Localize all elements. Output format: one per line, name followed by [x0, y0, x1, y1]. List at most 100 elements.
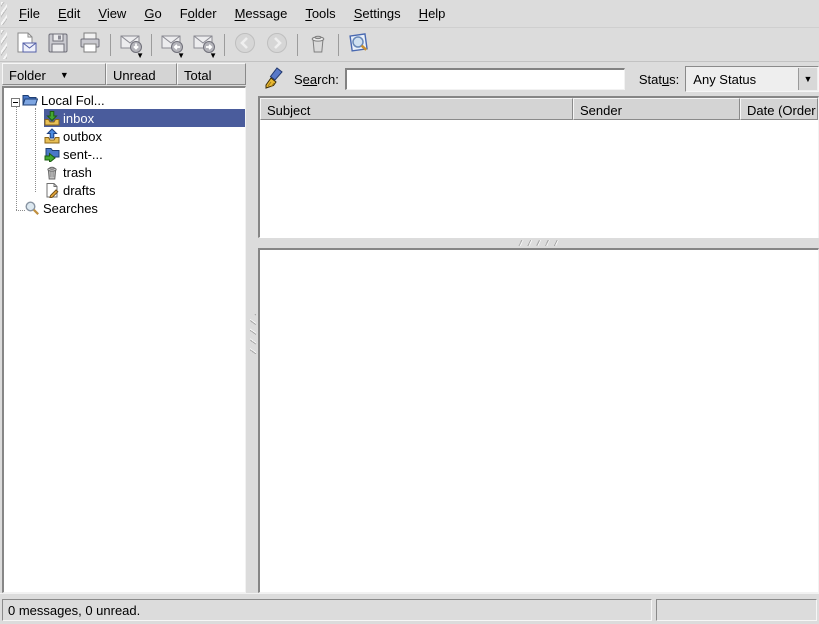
row-body[interactable]: sent-...	[44, 145, 245, 163]
row-body[interactable]: Searches	[24, 199, 245, 217]
folder-label: inbox	[63, 111, 94, 126]
status-label: Status:	[639, 72, 679, 87]
new-message-icon	[14, 31, 38, 58]
vertical-splitter[interactable]	[248, 62, 258, 593]
folder-column-folder[interactable]: Folder ▼	[2, 63, 106, 85]
trash-folder-icon	[44, 164, 60, 180]
message-list-body[interactable]	[260, 120, 818, 238]
row-body[interactable]: Local Fol...	[22, 91, 245, 109]
menubar-grip[interactable]	[1, 2, 7, 25]
check-mail-button[interactable]: ▼	[116, 30, 146, 60]
print-icon	[78, 31, 102, 58]
message-preview-pane[interactable]	[258, 248, 819, 593]
menu-item-view[interactable]: View	[89, 0, 135, 27]
folder-column-unread[interactable]: Unread	[106, 63, 177, 85]
selected-row-body[interactable]: inbox	[44, 109, 245, 127]
combobox-arrow-icon[interactable]: ▼	[798, 68, 817, 90]
outbox-icon	[44, 128, 60, 144]
menu-item-help[interactable]: Help	[410, 0, 455, 27]
reply-dropdown-arrow-icon[interactable]: ▼	[177, 52, 185, 60]
status-combobox[interactable]: Any Status ▼	[685, 66, 819, 92]
folder-column-header: Folder ▼ Unread Total	[0, 62, 248, 86]
sort-arrow-icon: ▼	[60, 70, 69, 80]
drafts-icon	[44, 182, 60, 198]
sent-icon	[44, 146, 60, 162]
previous-message-icon	[233, 31, 257, 58]
quick-search-bar: Search: Status: Any Status ▼	[258, 62, 819, 96]
inbox-icon	[44, 110, 60, 126]
toolbar-separator	[224, 34, 225, 56]
print-button[interactable]	[75, 30, 105, 60]
toolbar-separator	[297, 34, 298, 56]
find-messages-button[interactable]	[344, 30, 374, 60]
folder-tree-item-outbox[interactable]: outbox	[4, 127, 245, 145]
row-body[interactable]: outbox	[44, 127, 245, 145]
next-message-icon	[265, 31, 289, 58]
column-label: Sender	[580, 103, 622, 118]
folder-tree-item-sent[interactable]: sent-...	[4, 145, 245, 163]
folder-panel: Folder ▼ Unread Total Local Fol... inbox outb…	[0, 62, 248, 593]
message-column-date[interactable]: Date (Order o	[740, 98, 818, 120]
next-message-button	[262, 30, 292, 60]
message-column-sender[interactable]: Sender	[573, 98, 740, 120]
menu-item-message[interactable]: Message	[226, 0, 297, 27]
menu-item-go[interactable]: Go	[135, 0, 170, 27]
menu-item-edit[interactable]: Edit	[49, 0, 89, 27]
toolbar-separator	[338, 34, 339, 56]
folder-label: Local Fol...	[41, 93, 105, 108]
forward-dropdown-arrow-icon[interactable]: ▼	[209, 52, 217, 60]
row-body[interactable]: drafts	[44, 181, 245, 199]
vertical-splitter-handle[interactable]	[250, 314, 256, 354]
folder-label: Searches	[43, 201, 98, 216]
folder-tree-item-searches[interactable]: Searches	[4, 199, 245, 217]
right-area: Search: Status: Any Status ▼ Subject Send…	[258, 62, 819, 593]
folder-tree-item-drafts[interactable]: drafts	[4, 181, 245, 199]
menubar: FileEditViewGoFolderMessageToolsSettings…	[0, 0, 819, 28]
menu-item-settings[interactable]: Settings	[345, 0, 410, 27]
search-label: Search:	[294, 72, 339, 87]
folder-tree: Local Fol... inbox outbox sent-...trash draf…	[2, 86, 246, 593]
message-list: Subject Sender Date (Order o	[258, 96, 819, 238]
save-button[interactable]	[43, 30, 73, 60]
statusbar-message: 0 messages, 0 unread.	[2, 599, 652, 621]
folder-label: outbox	[63, 129, 102, 144]
row-body[interactable]: trash	[44, 163, 245, 181]
horizontal-splitter[interactable]	[258, 238, 819, 248]
folder-open-icon	[22, 92, 38, 108]
toolbar-separator	[151, 34, 152, 56]
reply-button[interactable]: ▼	[157, 30, 187, 60]
main-area: Folder ▼ Unread Total Local Fol... inbox outb…	[0, 62, 819, 593]
search-input[interactable]	[345, 68, 625, 90]
clear-search-button[interactable]	[262, 65, 290, 93]
toolbar-grip[interactable]	[1, 30, 7, 59]
statusbar: 0 messages, 0 unread.	[0, 593, 819, 624]
horizontal-splitter-handle[interactable]	[518, 240, 560, 246]
column-label: Total	[184, 68, 211, 83]
message-column-subject[interactable]: Subject	[260, 98, 573, 120]
folder-label: sent-...	[63, 147, 103, 162]
folder-tree-item-inbox[interactable]: inbox	[4, 109, 245, 127]
previous-message-button	[230, 30, 260, 60]
column-label: Unread	[113, 68, 156, 83]
menu-item-file[interactable]: File	[10, 0, 49, 27]
folder-label: drafts	[63, 183, 96, 198]
new-message-button[interactable]	[11, 30, 41, 60]
column-label: Date (Order o	[747, 103, 818, 118]
tree-rows: Local Fol... inbox outbox sent-...trash draf…	[4, 88, 245, 217]
forward-button[interactable]: ▼	[189, 30, 219, 60]
folder-column-total[interactable]: Total	[177, 63, 246, 85]
check-mail-dropdown-arrow-icon[interactable]: ▼	[136, 52, 144, 60]
find-messages-icon	[347, 31, 371, 58]
folder-tree-item-trash[interactable]: trash	[4, 163, 245, 181]
searches-icon	[24, 200, 40, 216]
statusbar-message-text: 0 messages, 0 unread.	[8, 603, 140, 618]
menu-item-tools[interactable]: Tools	[296, 0, 344, 27]
statusbar-secondary-panel	[656, 599, 817, 621]
column-label: Subject	[267, 103, 310, 118]
column-label: Folder	[9, 68, 46, 83]
save-icon	[46, 31, 70, 58]
folder-tree-item-localfol[interactable]: Local Fol...	[4, 91, 245, 109]
status-combobox-value: Any Status	[693, 72, 756, 87]
menu-item-folder[interactable]: Folder	[171, 0, 226, 27]
trash-button[interactable]	[303, 30, 333, 60]
